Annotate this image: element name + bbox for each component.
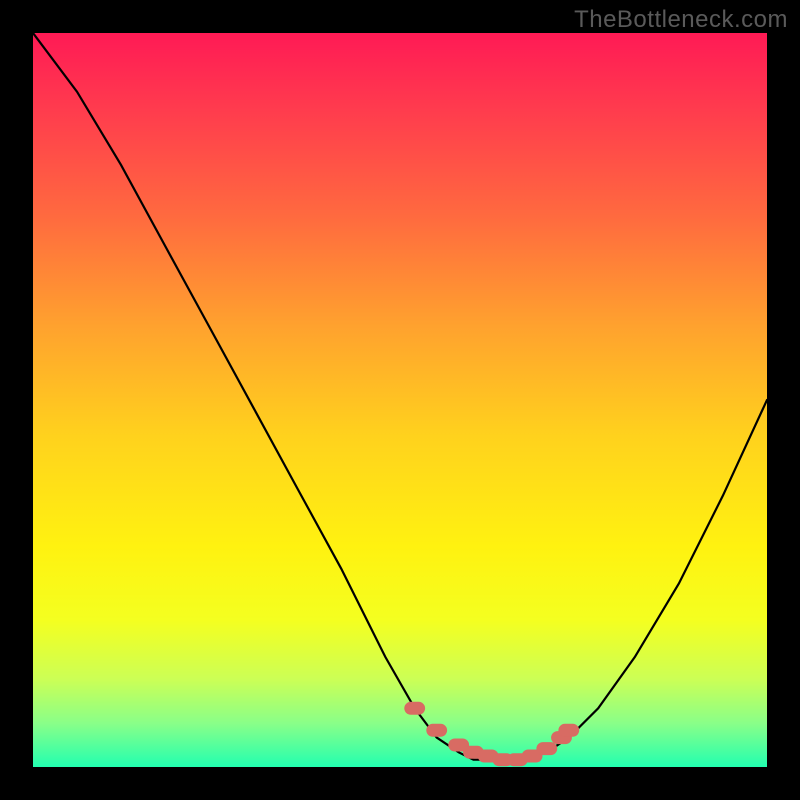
outer-frame: TheBottleneck.com — [0, 0, 800, 800]
marker-dot — [404, 702, 425, 715]
plot-area — [33, 33, 767, 767]
marker-dot — [536, 742, 557, 755]
marker-dot — [426, 724, 447, 737]
gradient-background — [33, 33, 767, 767]
watermark-text: TheBottleneck.com — [574, 6, 788, 34]
marker-dot — [558, 724, 579, 737]
chart-svg — [33, 33, 767, 767]
